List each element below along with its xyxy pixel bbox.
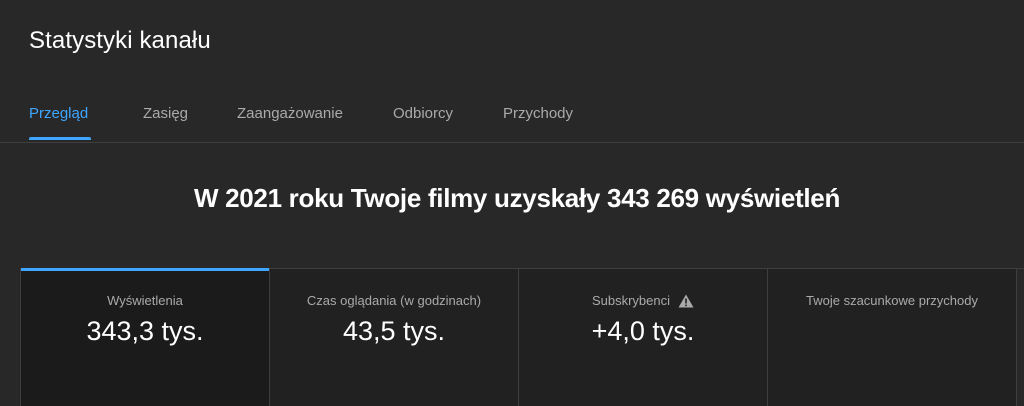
- tab-overview[interactable]: Przegląd: [29, 105, 88, 122]
- metric-card-subscribers[interactable]: Subskrybenci +4,0 tys.: [519, 269, 768, 406]
- metric-cards: Wyświetlenia 343,3 tys. Czas oglądania (…: [20, 268, 1024, 406]
- tab-revenue[interactable]: Przychody: [503, 105, 573, 122]
- metric-value: 343,3 tys.: [86, 316, 204, 346]
- warning-icon[interactable]: [678, 294, 694, 308]
- metric-label-text: Wyświetlenia: [107, 293, 183, 308]
- metric-card-watch-time[interactable]: Czas oglądania (w godzinach) 43,5 tys.: [270, 269, 519, 406]
- metric-value: +4,0 tys.: [591, 316, 695, 346]
- metric-label: Wyświetlenia: [21, 293, 269, 308]
- tab-reach[interactable]: Zasięg: [143, 105, 188, 122]
- metric-label-text: Subskrybenci: [591, 293, 671, 308]
- metric-card-revenue[interactable]: Twoje szacunkowe przychody: [768, 269, 1017, 406]
- metric-label: Czas oglądania (w godzinach): [270, 293, 518, 308]
- tab-audience[interactable]: Odbiorcy: [393, 105, 453, 122]
- metric-label: Twoje szacunkowe przychody: [768, 293, 1016, 308]
- active-tab-indicator: [29, 137, 91, 140]
- analytics-page: Statystyki kanału Przegląd Zasięg Zaanga…: [0, 0, 1024, 406]
- tab-bar: Przegląd Zasięg Zaangażowanie Odbiorcy P…: [0, 100, 1024, 143]
- metric-label-text: Czas oglądania (w godzinach): [306, 293, 482, 308]
- metric-label-text: Twoje szacunkowe przychody: [806, 293, 978, 308]
- page-title: Statystyki kanału: [29, 27, 211, 54]
- tab-engagement[interactable]: Zaangażowanie: [237, 105, 343, 122]
- metric-card-views[interactable]: Wyświetlenia 343,3 tys.: [21, 268, 270, 406]
- metric-value: 43,5 tys.: [342, 316, 446, 346]
- summary-headline: W 2021 roku Twoje filmy uzyskały 343 269…: [193, 183, 841, 213]
- metric-label: Subskrybenci: [519, 293, 767, 308]
